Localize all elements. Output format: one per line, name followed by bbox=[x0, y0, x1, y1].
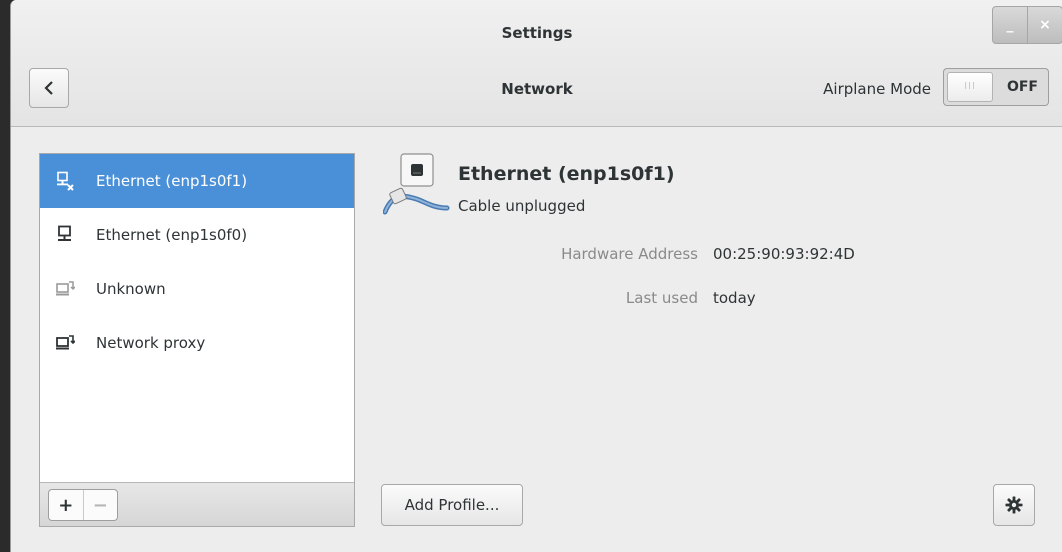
sidebar-item-label: Ethernet (enp1s0f1) bbox=[96, 172, 248, 190]
gear-icon bbox=[1005, 496, 1023, 514]
list-toolbar: + − bbox=[40, 482, 354, 526]
sidebar-item-unknown[interactable]: Unknown bbox=[40, 262, 354, 316]
add-profile-button[interactable]: Add Profile... bbox=[381, 484, 523, 526]
add-remove-group: + − bbox=[48, 489, 118, 521]
remove-device-button[interactable]: − bbox=[82, 490, 118, 520]
add-device-button[interactable]: + bbox=[49, 490, 83, 520]
hardware-address-label: Hardware Address bbox=[561, 245, 698, 263]
window-title: Settings bbox=[501, 24, 573, 42]
sidebar-item-label: Network proxy bbox=[96, 334, 206, 352]
sidebar-item-label: Ethernet (enp1s0f0) bbox=[96, 226, 248, 244]
airplane-mode-switch[interactable]: III OFF bbox=[943, 68, 1049, 106]
last-used-label: Last used bbox=[625, 289, 698, 307]
switch-knob[interactable]: III bbox=[947, 72, 993, 102]
device-list: Ethernet (enp1s0f1) Ethernet (enp1s0f0) bbox=[39, 153, 355, 527]
switch-state-label: OFF bbox=[1006, 79, 1038, 95]
network-workgroup-icon bbox=[54, 278, 76, 300]
sidebar-item-label: Unknown bbox=[96, 280, 166, 298]
network-wired-disconnected-icon bbox=[54, 170, 76, 192]
close-button[interactable]: × bbox=[1027, 6, 1062, 44]
settings-window: Settings _ × Network Airplane Mode III O… bbox=[10, 0, 1062, 552]
header-bar: Settings _ × Network Airplane Mode III O… bbox=[11, 0, 1062, 127]
ethernet-cable-icon bbox=[382, 152, 459, 222]
airplane-mode-label: Airplane Mode bbox=[823, 80, 931, 98]
device-status: Cable unplugged bbox=[458, 197, 586, 215]
sidebar-item-ethernet-enp1s0f0[interactable]: Ethernet (enp1s0f0) bbox=[40, 208, 354, 262]
hardware-address-value: 00:25:90:93:92:4D bbox=[713, 245, 855, 263]
sidebar-item-ethernet-enp1s0f1[interactable]: Ethernet (enp1s0f1) bbox=[40, 154, 354, 208]
minimize-button[interactable]: _ bbox=[992, 6, 1028, 44]
last-used-value: today bbox=[713, 289, 756, 307]
device-name: Ethernet (enp1s0f1) bbox=[458, 163, 675, 185]
device-settings-button[interactable] bbox=[993, 484, 1035, 526]
network-proxy-icon bbox=[54, 332, 76, 354]
sidebar-item-network-proxy[interactable]: Network proxy bbox=[40, 316, 354, 370]
network-wired-icon bbox=[54, 224, 76, 246]
